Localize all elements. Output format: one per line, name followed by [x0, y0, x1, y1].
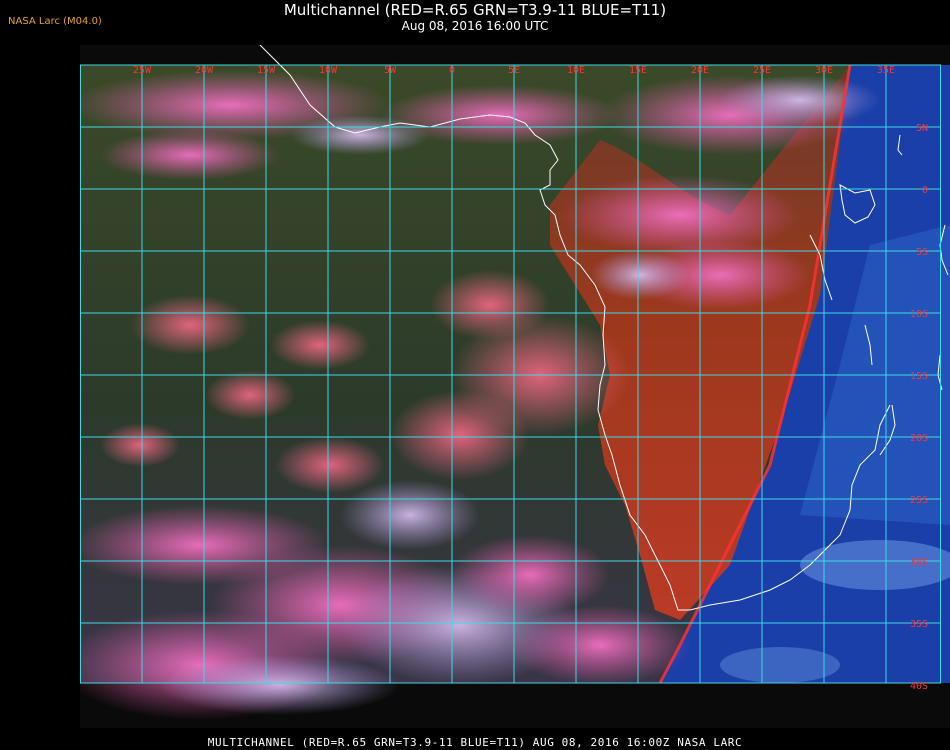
lat-label: 15S: [910, 371, 928, 382]
title-text: Multichannel (RED=R.65 GRN=T3.9-11 BLUE=…: [283, 1, 667, 19]
lon-label: 10W: [319, 65, 338, 76]
lat-label: 5S: [916, 247, 928, 258]
lon-label: 0: [449, 65, 455, 76]
lat-label: 40S: [910, 681, 928, 692]
lon-label: 25E: [753, 65, 771, 76]
lon-label: 35E: [877, 65, 895, 76]
lat-label: 30S: [910, 557, 928, 568]
map-canvas: 25W 20W 15W 10W 5W 0 5E 10E 15E 20E 25E 30E 35E 5N 0 5S…: [80, 45, 950, 720]
lon-label: 30E: [815, 65, 833, 76]
lon-label: 20E: [691, 65, 709, 76]
lon-label: 5E: [508, 65, 520, 76]
lat-label: 0: [922, 185, 928, 196]
lat-label: 20S: [910, 433, 928, 444]
datetime-text: Aug 08, 2016 16:00 UTC: [401, 19, 549, 33]
lon-label: 20W: [195, 65, 214, 76]
footer-caption: MULTICHANNEL (RED=R.65 GRN=T3.9-11 BLUE=…: [207, 736, 743, 749]
lon-label: 15E: [629, 65, 647, 76]
lon-label: 25W: [133, 65, 152, 76]
satellite-map[interactable]: 25W 20W 15W 10W 5W 0 5E 10E 15E 20E 25E 30E 35E 5N 0 5S…: [80, 45, 950, 728]
lon-label: 10E: [567, 65, 585, 76]
lat-label: 25S: [910, 495, 928, 506]
lon-label: 15W: [257, 65, 276, 76]
lat-label: 35S: [910, 619, 928, 630]
lat-label: 10S: [910, 309, 928, 320]
credit-text: NASA Larc (M04.0): [8, 16, 102, 27]
lat-label: 5N: [916, 123, 928, 134]
lon-label: 5W: [384, 65, 397, 76]
